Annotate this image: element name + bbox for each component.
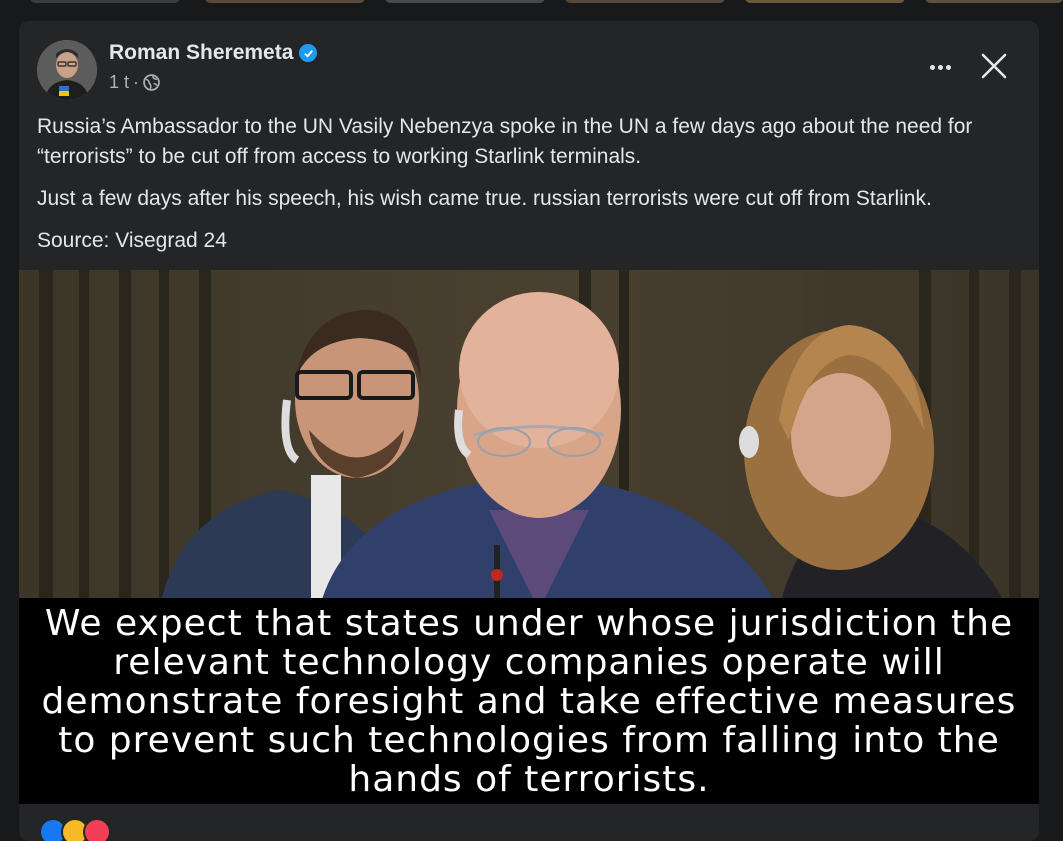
- post-paragraph: Just a few days after his speech, his wi…: [37, 187, 932, 210]
- video-frame: [19, 270, 1039, 610]
- story-thumbnail[interactable]: [205, 0, 365, 3]
- close-icon: [981, 53, 1007, 79]
- story-thumbnail[interactable]: [385, 0, 545, 3]
- post-meta: 1 t ·: [109, 72, 160, 93]
- post-card: Roman Sheremeta 1 t · Russia’s Ambassado…: [19, 21, 1039, 841]
- globe-icon[interactable]: [143, 74, 160, 91]
- story-thumbnail[interactable]: [30, 0, 180, 3]
- meta-separator: ·: [133, 72, 140, 92]
- story-thumbnail[interactable]: [565, 0, 725, 3]
- more-options-icon: [929, 64, 935, 70]
- post-timestamp[interactable]: 1 t: [109, 72, 129, 93]
- post-source: Source: Visegrad 24: [37, 229, 227, 252]
- post-body: Russia’s Ambassador to the UN Vasily Neb…: [37, 112, 1027, 268]
- video-subtitle: We expect that states under whose jurisd…: [19, 598, 1039, 804]
- story-thumbnail[interactable]: [745, 0, 905, 3]
- close-button[interactable]: [977, 49, 1011, 83]
- post-paragraph: Russia’s Ambassador to the UN Vasily Neb…: [37, 115, 973, 168]
- more-options-button[interactable]: [925, 52, 955, 82]
- verified-badge-icon: [299, 44, 318, 62]
- author-name[interactable]: Roman Sheremeta: [109, 41, 293, 65]
- love-reaction-icon: [83, 818, 111, 841]
- reaction-icons[interactable]: [39, 818, 111, 841]
- stories-strip: [0, 0, 1063, 4]
- story-thumbnail[interactable]: [925, 0, 1063, 3]
- author-name-row: Roman Sheremeta: [109, 41, 318, 65]
- video-player[interactable]: We expect that states under whose jurisd…: [19, 270, 1039, 804]
- author-avatar[interactable]: [37, 40, 97, 100]
